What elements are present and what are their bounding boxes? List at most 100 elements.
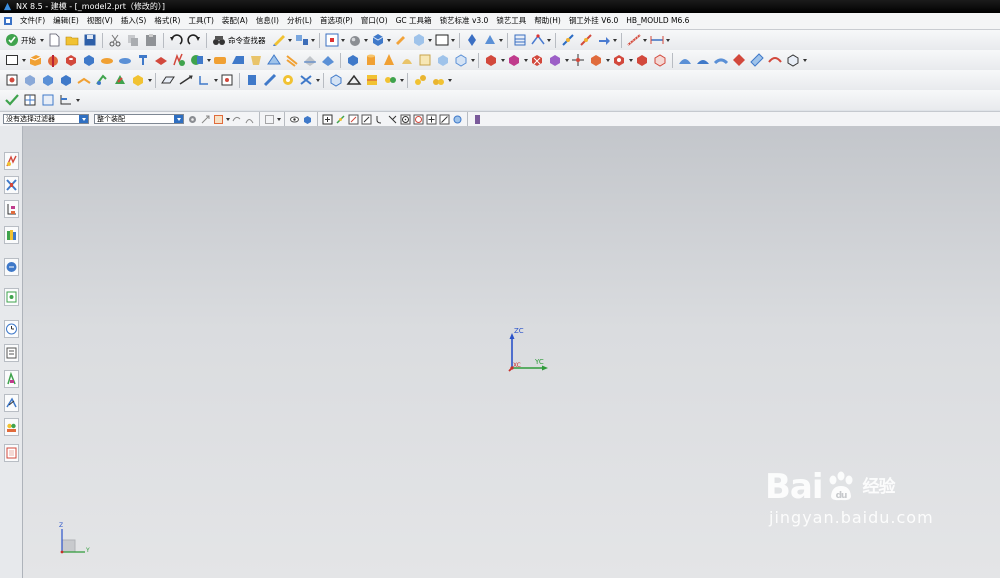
snap-control-button[interactable] bbox=[374, 114, 385, 125]
assembly-navigator-button[interactable] bbox=[4, 72, 20, 88]
menu-preferences[interactable]: 首选项(P) bbox=[316, 14, 357, 28]
select-all-button[interactable] bbox=[200, 114, 211, 125]
undo-button[interactable] bbox=[168, 32, 184, 48]
snap-inferred-button[interactable] bbox=[335, 114, 346, 125]
intersect-curve-button[interactable] bbox=[298, 72, 314, 88]
face-analysis-button[interactable] bbox=[382, 72, 398, 88]
menu-gc-toolbox[interactable]: GC 工具箱 bbox=[392, 14, 436, 28]
surface-mesh-button[interactable] bbox=[695, 52, 711, 68]
copy-button[interactable] bbox=[125, 32, 141, 48]
datum-plane-button[interactable] bbox=[160, 72, 176, 88]
datum-csys-button[interactable] bbox=[196, 72, 212, 88]
assembly-navigator-tab[interactable] bbox=[4, 152, 19, 170]
menu-hb-mould[interactable]: HB_MOULD M6.6 bbox=[622, 14, 693, 28]
show-hide-button[interactable] bbox=[289, 114, 300, 125]
rectangle-select-dropdown[interactable] bbox=[276, 111, 281, 127]
rotate-select-button[interactable] bbox=[231, 114, 242, 125]
boss-button[interactable] bbox=[81, 52, 97, 68]
point-set-button[interactable] bbox=[219, 72, 235, 88]
explode-view-button[interactable] bbox=[112, 72, 128, 88]
pocket-button[interactable] bbox=[117, 52, 133, 68]
move-face-button[interactable] bbox=[506, 52, 522, 68]
snap-intersection-button[interactable] bbox=[387, 114, 398, 125]
pattern-face-dropdown[interactable] bbox=[628, 52, 633, 68]
wcs-dropdown[interactable] bbox=[613, 32, 618, 48]
sew-button[interactable] bbox=[785, 52, 801, 68]
groove-button[interactable] bbox=[153, 52, 169, 68]
pad-button[interactable] bbox=[99, 52, 115, 68]
offset-curve-button[interactable] bbox=[262, 72, 278, 88]
constraint-navigator-tab[interactable] bbox=[4, 176, 19, 194]
assembly-dropdown[interactable] bbox=[147, 72, 152, 88]
replace-face-button[interactable] bbox=[483, 52, 499, 68]
pattern-face-button[interactable] bbox=[611, 52, 627, 68]
command-finder-button[interactable]: 命令查找器 bbox=[211, 32, 269, 48]
dimension-button[interactable] bbox=[649, 32, 665, 48]
layer-settings-button[interactable] bbox=[512, 32, 528, 48]
point-filter-button[interactable] bbox=[530, 32, 546, 48]
analysis-dropdown[interactable] bbox=[399, 72, 404, 88]
block-button[interactable] bbox=[345, 52, 361, 68]
resize-face-dropdown[interactable] bbox=[605, 52, 610, 68]
extract-geometry-button[interactable] bbox=[244, 72, 260, 88]
sweep-button[interactable] bbox=[713, 52, 729, 68]
offset-region-button[interactable] bbox=[547, 52, 563, 68]
menu-file[interactable]: 文件(F) bbox=[16, 14, 49, 28]
save-button[interactable] bbox=[82, 32, 98, 48]
move-face-dropdown[interactable] bbox=[523, 52, 528, 68]
thicken-button[interactable] bbox=[453, 52, 469, 68]
tube-button[interactable] bbox=[417, 52, 433, 68]
snap-on-curve-button[interactable] bbox=[439, 114, 450, 125]
view-orient-button[interactable] bbox=[411, 32, 427, 48]
system-materials-tab[interactable] bbox=[4, 344, 19, 362]
feature-select-button[interactable] bbox=[213, 114, 224, 125]
cut-button[interactable] bbox=[107, 32, 123, 48]
start-button[interactable]: 开始 bbox=[4, 32, 44, 48]
menu-format[interactable]: 格式(R) bbox=[150, 14, 184, 28]
start-dropdown[interactable] bbox=[39, 32, 44, 48]
highlight-color-button[interactable] bbox=[393, 32, 409, 48]
process-studio-tab[interactable] bbox=[4, 370, 19, 388]
selection-grid-dropdown[interactable] bbox=[341, 32, 346, 48]
shaded-view-button[interactable] bbox=[370, 32, 386, 48]
primitives-dropdown[interactable] bbox=[470, 52, 475, 68]
surface-through-curves-button[interactable] bbox=[677, 52, 693, 68]
sphere-button[interactable] bbox=[399, 52, 415, 68]
feature-select-dropdown[interactable] bbox=[225, 111, 230, 127]
snap-existing-point-button[interactable] bbox=[426, 114, 437, 125]
menu-view[interactable]: 视图(V) bbox=[83, 14, 117, 28]
palettes-tab[interactable] bbox=[4, 444, 19, 462]
open-file-button[interactable] bbox=[64, 32, 80, 48]
project-curve-button[interactable] bbox=[280, 72, 296, 88]
offset-face-button[interactable] bbox=[435, 52, 451, 68]
measure-distance-button[interactable] bbox=[626, 32, 642, 48]
extrude-button[interactable] bbox=[27, 52, 43, 68]
measure-dropdown[interactable] bbox=[643, 32, 648, 48]
new-file-button[interactable] bbox=[46, 32, 62, 48]
menu-edit[interactable]: 编辑(E) bbox=[49, 14, 83, 28]
trim-body-button[interactable] bbox=[302, 52, 318, 68]
notes-button[interactable] bbox=[22, 92, 38, 108]
shaded-view-dropdown[interactable] bbox=[387, 32, 392, 48]
mould-dropdown[interactable] bbox=[447, 72, 452, 88]
trim-sheet-button[interactable] bbox=[749, 52, 765, 68]
assembly-constraints-button[interactable] bbox=[94, 72, 110, 88]
roles-tab[interactable] bbox=[4, 418, 19, 436]
reuse-library-tab[interactable] bbox=[4, 226, 19, 244]
thread-button[interactable] bbox=[284, 52, 300, 68]
move-component-button[interactable] bbox=[76, 72, 92, 88]
snap-settings-button[interactable] bbox=[472, 114, 483, 125]
menu-suoyi-tools[interactable]: 锁艺工具 bbox=[492, 14, 530, 28]
menu-analysis[interactable]: 分析(L) bbox=[283, 14, 316, 28]
linked-face-button[interactable] bbox=[652, 52, 668, 68]
dimension-dropdown[interactable] bbox=[666, 32, 671, 48]
resize-face-button[interactable] bbox=[588, 52, 604, 68]
selection-tree-button[interactable] bbox=[58, 92, 74, 108]
background-button[interactable] bbox=[434, 32, 450, 48]
shell-button[interactable] bbox=[248, 52, 264, 68]
clock-tab[interactable] bbox=[4, 320, 19, 338]
render-style-dropdown[interactable] bbox=[364, 32, 369, 48]
window-layout-dropdown[interactable] bbox=[311, 32, 316, 48]
wcs-origin-button[interactable] bbox=[578, 32, 594, 48]
render-style-button[interactable] bbox=[347, 32, 363, 48]
